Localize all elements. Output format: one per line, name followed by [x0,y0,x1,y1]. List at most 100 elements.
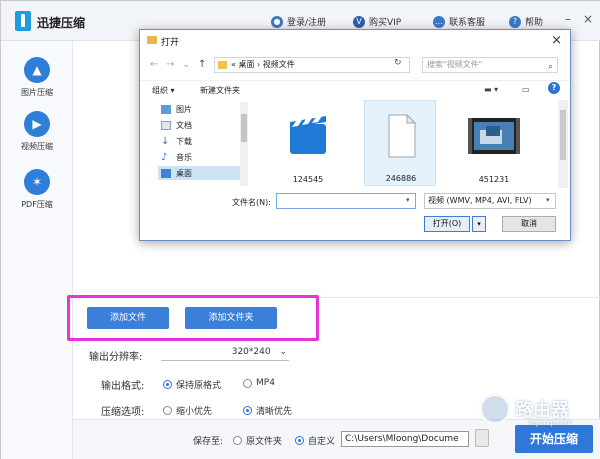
dialog-close-icon[interactable]: × [551,33,562,48]
file-item[interactable]: 451231 [458,100,530,186]
support-link[interactable]: … 联系客服 [433,15,485,28]
save-radio-original[interactable]: 原文件夹 [233,434,282,447]
format-radio-keep[interactable]: 保持原格式 [163,378,221,391]
recent-chevron-icon[interactable]: ⌄ [182,59,190,70]
user-icon: ● [271,15,283,28]
desktop-icon [161,168,171,178]
file-list: 124545 246886 451231 [254,100,558,188]
add-folder-button[interactable]: 添加文件夹 [185,307,277,329]
up-arrow-icon[interactable]: ↑ [198,59,206,70]
open-split-chevron-icon[interactable]: ▾ [472,216,486,232]
format-label: 输出格式: [101,381,145,392]
play-icon: ▶ [24,111,50,137]
close-icon[interactable]: × [583,12,593,26]
format-radio-mp4[interactable]: MP4 [243,378,275,388]
resolution-value: 320*240 [231,347,271,357]
video-thumbnail-icon [468,118,520,154]
add-file-button[interactable]: 添加文件 [87,307,169,329]
folder-browse-icon[interactable] [475,429,489,447]
dialog-title-bar: 打开 × [140,30,570,52]
cancel-button[interactable]: 取消 [502,216,556,232]
address-bar[interactable]: « 桌面 › 视频文件 [214,57,410,73]
tree-scrollbar[interactable] [240,102,248,186]
start-compress-button[interactable]: 开始压缩 [515,425,593,453]
tree-item-label: 桌面 [176,168,192,178]
breadcrumb-desktop[interactable]: 桌面 [238,60,254,69]
tree-scroll-thumb[interactable] [241,114,247,142]
tree-item-label: 下载 [176,136,192,146]
tree-item-pictures[interactable]: 图片 [158,102,240,116]
search-placeholder: 搜索"视频文件" [427,60,483,69]
minimize-icon[interactable]: – [565,12,571,26]
file-type-filter[interactable]: 视频 (WMV, MP4, AVI, FLV) [424,193,556,209]
support-label: 联系客服 [449,18,486,28]
radio-icon [243,378,252,388]
resolution-select[interactable]: 320*240 ⌄ [161,347,289,361]
compress-radio-quality[interactable]: 清晰优先 [243,404,292,417]
documents-icon [161,120,171,130]
file-item-selected[interactable]: 246886 [364,100,436,186]
view-options-icon[interactable]: ▬ ▾ [484,85,498,94]
music-icon: ♪ [161,151,168,163]
help-link[interactable]: ? 帮助 [509,15,543,28]
compress-label: 压缩选项: [101,407,145,418]
save-path-input[interactable]: C:\Users\Mloong\Docume [341,431,469,447]
dialog-nav-bar: ← → ⌄ ↑ « 桌面 › 视频文件 ↻ 搜索"视频文件" ⌕ [140,54,570,76]
file-list-scrollbar[interactable] [558,100,568,188]
format-option-label: MP4 [256,378,275,388]
save-option-label: 原文件夹 [246,437,283,447]
file-list-scroll-thumb[interactable] [560,110,566,160]
file-name: 124545 [292,175,324,184]
filename-chevron-icon[interactable]: ▾ [406,196,410,204]
sidebar-item-video-compress[interactable]: ▶ 视频压缩 [1,111,73,152]
pdf-icon: ✶ [24,169,50,195]
watermark-subtext: luyouqi.com [529,419,572,427]
download-icon: ↓ [161,135,170,147]
login-label: 登录/注册 [287,18,327,28]
preview-pane-icon[interactable]: ▭ [522,85,530,94]
filename-input[interactable] [276,193,416,209]
forward-arrow-icon[interactable]: → [166,59,174,70]
dialog-search-input[interactable]: 搜索"视频文件" ⌕ [422,57,558,73]
sidebar-item-pdf-compress[interactable]: ✶ PDF压缩 [1,169,73,210]
help-label: 帮助 [525,18,544,28]
tree-item-music[interactable]: ♪ 音乐 [158,150,240,164]
blank-file-icon [388,113,417,158]
filename-label: 文件名(N): [232,198,271,207]
tree-item-desktop[interactable]: 桌面 [158,166,240,180]
file-item[interactable]: 124545 [272,100,344,186]
chat-icon: … [433,15,445,28]
organize-menu[interactable]: 组织 ▾ [152,85,175,96]
sidebar-item-image-compress[interactable]: ▲ 图片压缩 [1,57,73,98]
buy-vip-label: 购买VIP [369,18,402,28]
compress-radio-size[interactable]: 缩小优先 [163,404,212,417]
radio-icon [163,406,172,415]
pictures-icon [161,104,171,114]
dialog-help-icon[interactable]: ? [548,82,560,94]
save-option-label: 自定义 [308,437,336,447]
back-arrow-icon[interactable]: ← [150,59,158,70]
navigation-tree: 图片 文档 ↓ 下载 ♪ 音乐 桌面 [144,102,250,186]
open-button[interactable]: 打开(O) [424,216,470,232]
sidebar-item-label: 视频压缩 [21,142,53,151]
format-option-label: 保持原格式 [176,381,222,391]
sidebar-item-label: PDF压缩 [21,200,53,209]
radio-selected-icon [243,406,252,415]
save-to-label: 保存至: [193,437,224,447]
new-folder-button[interactable]: 新建文件夹 [200,85,240,96]
buy-vip-link[interactable]: V 购买VIP [353,15,401,28]
image-icon: ▲ [24,57,50,83]
tree-item-downloads[interactable]: ↓ 下载 [158,134,240,148]
open-file-dialog: 打开 × ← → ⌄ ↑ « 桌面 › 视频文件 ↻ 搜索"视频文件" ⌕ 组织… [139,29,571,241]
login-link[interactable]: ● 登录/注册 [271,15,326,28]
save-radio-custom[interactable]: 自定义 [295,434,335,447]
watermark-logo-icon [479,393,511,425]
breadcrumb-video-files[interactable]: 视频文件 [263,60,295,69]
question-icon: ? [509,15,521,28]
radio-selected-icon [295,436,304,445]
filter-chevron-icon[interactable]: ▾ [546,196,550,204]
resolution-label: 输出分辨率: [89,352,143,363]
file-name: 451231 [478,175,510,184]
tree-item-documents[interactable]: 文档 [158,118,240,132]
refresh-icon[interactable]: ↻ [394,58,402,68]
